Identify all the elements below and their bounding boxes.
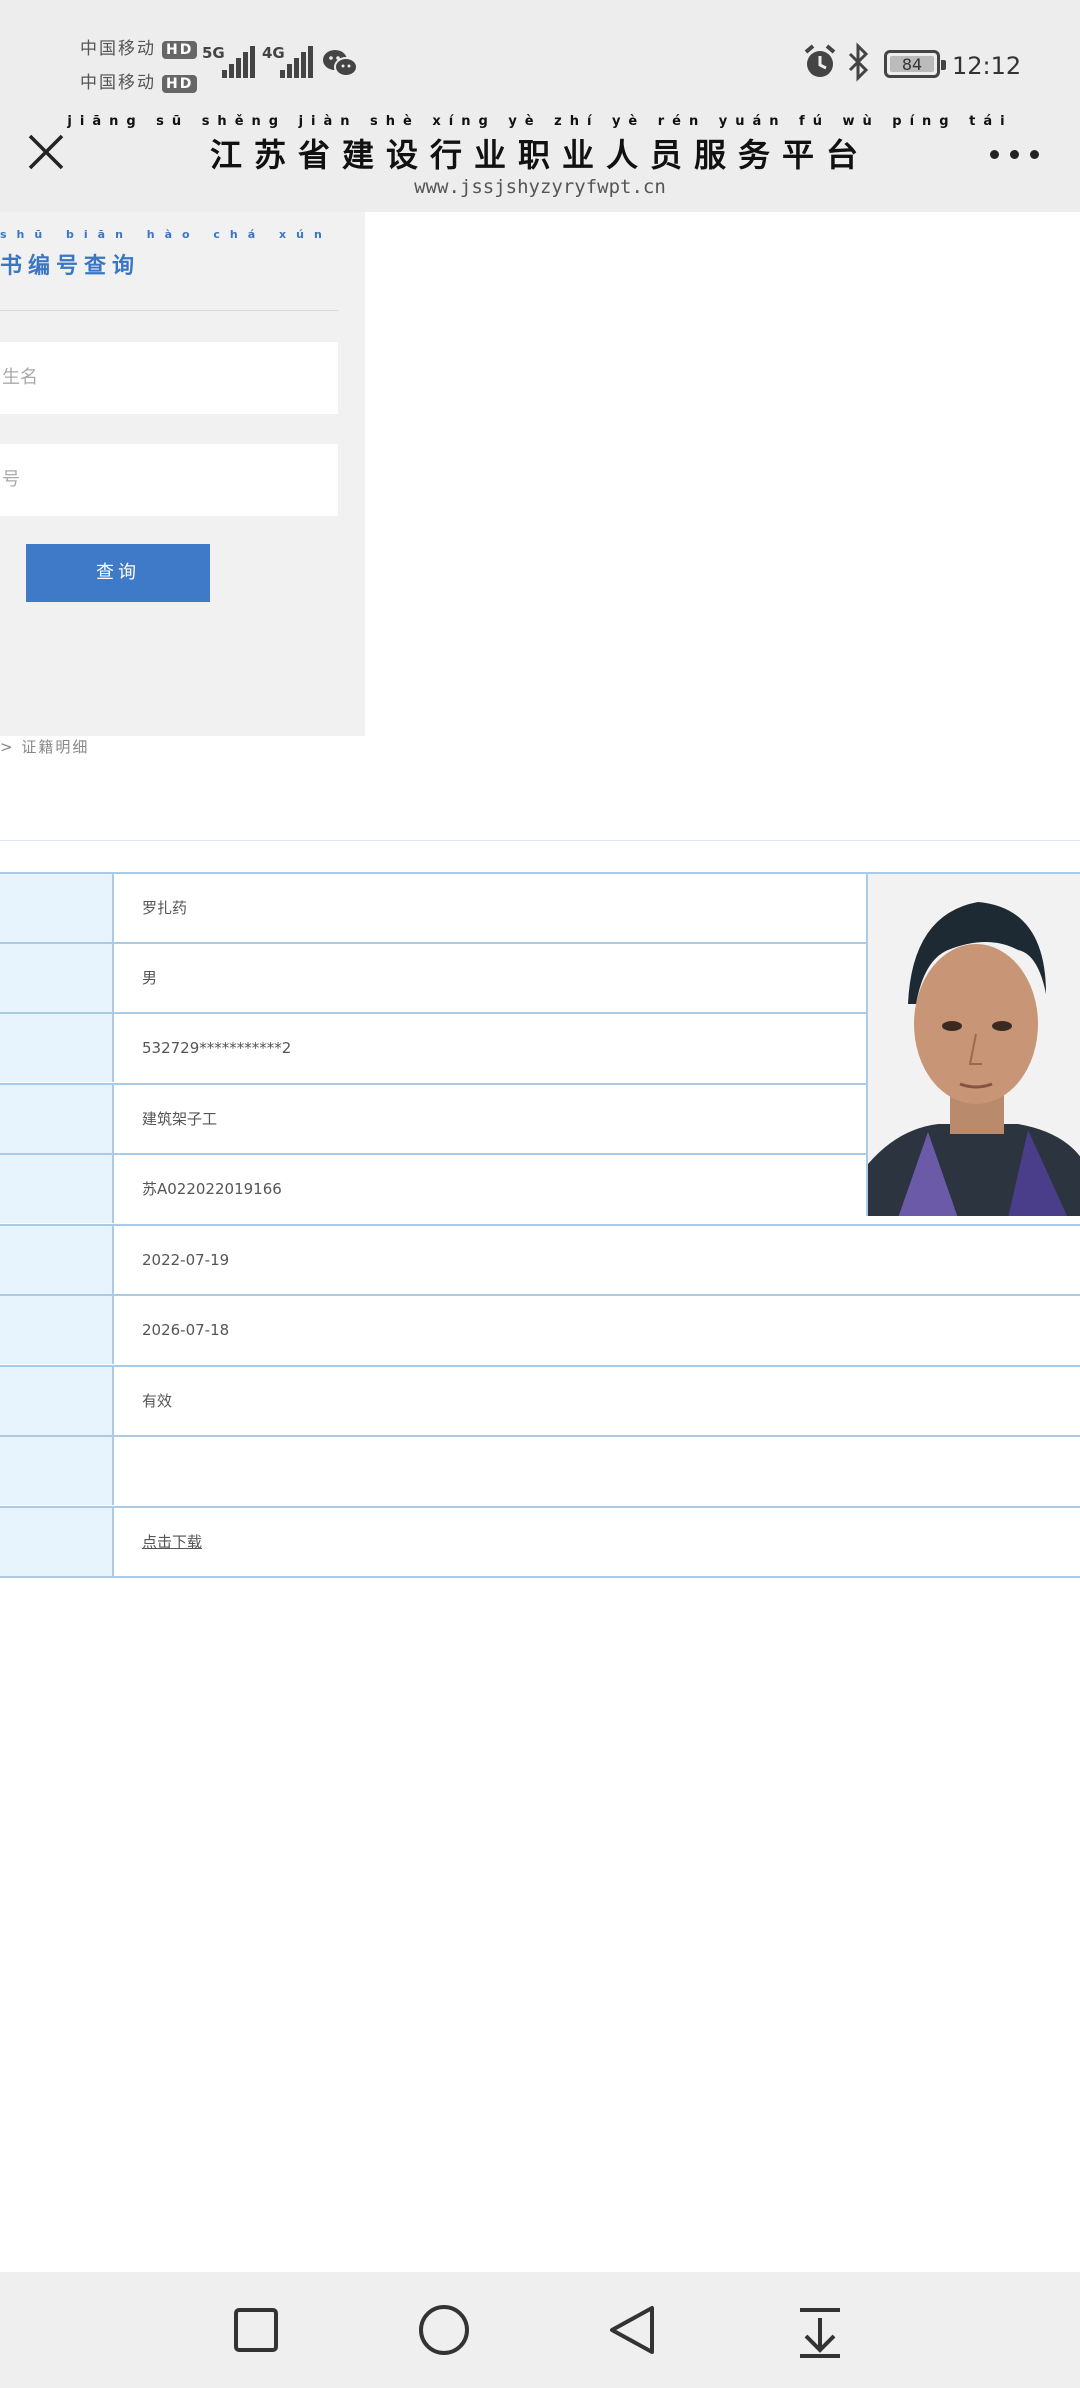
panel-title-pinyin: shū biān hào chá xún [0,228,332,241]
row-value: 罗扎药 [142,899,188,917]
row-value: 有效 [142,1392,173,1410]
page-title: 江苏省建设行业职业人员服务平台 [209,136,870,174]
row-label-cell [0,1508,114,1576]
download-link[interactable]: 点击下载 [142,1533,202,1551]
table-row: 苏A022022019166 [0,1153,866,1223]
carrier-1-label: 中国移动 [80,39,156,59]
row-value: 2026-07-18 [142,1321,230,1339]
signal-bars-2-icon [280,46,314,78]
table-bottom-border [0,1576,1080,1578]
table-row: 2022-07-19 [0,1224,1080,1294]
panel-title-text: 书编号查询 [0,254,141,279]
row-value: 2022-07-19 [142,1251,230,1269]
circle-icon[interactable] [414,2300,474,2360]
row-label-cell [0,1155,114,1223]
table-row: 点击下载 [0,1506,1080,1576]
carrier-2: 中国移动 HD [80,68,198,93]
row-value: 532729***********2 [142,1039,292,1057]
table-row: 2026-07-18 [0,1294,1080,1364]
row-label-cell [0,1226,114,1294]
battery-level: 84 [890,56,934,73]
hd-badge: HD [162,41,198,59]
alarm-icon [804,44,836,77]
table-row: 罗扎药 [0,872,866,942]
wechat-icon [323,50,358,77]
system-nav-bar [0,2272,1080,2388]
signal-bars-1-icon [222,46,256,78]
divider [0,310,338,311]
row-label-cell [0,874,114,942]
id-photo [866,872,1080,1216]
hd-badge-2: HD [162,75,198,93]
table-row: 532729***********2 [0,1012,866,1082]
row-value: 苏A022022019166 [142,1180,282,1198]
name-input[interactable]: 生名 [0,342,338,414]
row-label-cell [0,1014,114,1082]
status-time: 12:12 [952,52,1022,80]
row-value: 建筑架子工 [142,1110,218,1128]
title-bar: jiāng sū shěng jiàn shè xíng yè zhí yè r… [0,104,1080,212]
site-title-block: jiāng sū shěng jiàn shè xíng yè zhí yè r… [0,114,1080,176]
person-photo-image [868,874,1080,1216]
bluetooth-icon [848,42,869,82]
carrier-2-label: 中国移动 [80,73,156,93]
row-label-cell [0,944,114,1012]
detail-link[interactable]: > 证籍明细 [0,736,89,757]
panel-title: shū biān hào chá xún 书编号查询 [0,228,322,280]
triangle-back-icon[interactable] [602,2300,662,2360]
more-icon[interactable] [990,148,1040,162]
divider [0,840,1080,841]
site-title-pinyin: jiāng sū shěng jiàn shè xíng yè zhí yè r… [67,114,1013,129]
row-value-cell: 点击下载 [142,1508,202,1576]
square-icon[interactable] [226,2300,286,2360]
table-row: 男 [0,942,866,1012]
site-url: www.jssjshyzyryfwpt.cn [414,176,666,198]
battery-icon: 84 [884,50,946,78]
certificate-number-input[interactable]: 号 [0,444,338,516]
row-label-cell [0,1367,114,1435]
row-label-cell [0,1296,114,1364]
table-row [0,1435,1080,1505]
pull-down-icon[interactable] [790,2300,850,2360]
table-row: 建筑架子工 [0,1083,866,1153]
carrier-1: 中国移动 HD [80,34,198,59]
query-button[interactable]: 查询 [26,544,210,602]
table-row: 有效 [0,1365,1080,1435]
row-value: 男 [142,969,158,987]
query-panel: shū biān hào chá xún 书编号查询 生名 号 查询 [0,212,365,736]
row-label-cell [0,1085,114,1153]
row-label-cell [0,1437,114,1505]
status-bar: 中国移动 HD 中国移动 HD 5G 4G 84 12:12 [0,0,1080,104]
